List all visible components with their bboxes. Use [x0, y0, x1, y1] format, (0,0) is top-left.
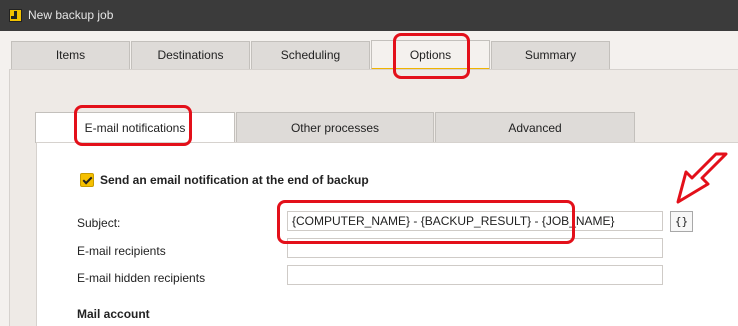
annotation-arrow-icon	[676, 152, 728, 204]
subtab-advanced[interactable]: Advanced	[435, 112, 635, 142]
tab-options[interactable]: Options	[371, 40, 490, 70]
title-bar: New backup job	[0, 0, 738, 31]
mail-account-heading: Mail account	[77, 307, 150, 321]
send-email-checkbox[interactable]	[80, 173, 94, 187]
tab-summary[interactable]: Summary	[491, 41, 610, 70]
tab-items[interactable]: Items	[11, 41, 130, 70]
tab-destinations[interactable]: Destinations	[131, 41, 250, 70]
insert-variables-button[interactable]: {}	[670, 211, 693, 232]
app-logo-icon	[9, 9, 22, 22]
subject-label: Subject:	[77, 216, 121, 230]
email-hidden-recipients-label: E-mail hidden recipients	[77, 271, 206, 285]
email-hidden-recipients-input[interactable]	[287, 265, 663, 285]
email-recipients-input[interactable]	[287, 238, 663, 258]
subtab-other-processes[interactable]: Other processes	[236, 112, 434, 142]
tab-scheduling[interactable]: Scheduling	[251, 41, 370, 70]
subject-input[interactable]	[287, 211, 663, 231]
subtab-email-notifications[interactable]: E-mail notifications	[35, 112, 235, 143]
email-notifications-panel	[36, 142, 738, 326]
email-recipients-label: E-mail recipients	[77, 244, 166, 258]
send-email-checkbox-label[interactable]: Send an email notification at the end of…	[100, 173, 369, 187]
window-title: New backup job	[28, 8, 114, 22]
